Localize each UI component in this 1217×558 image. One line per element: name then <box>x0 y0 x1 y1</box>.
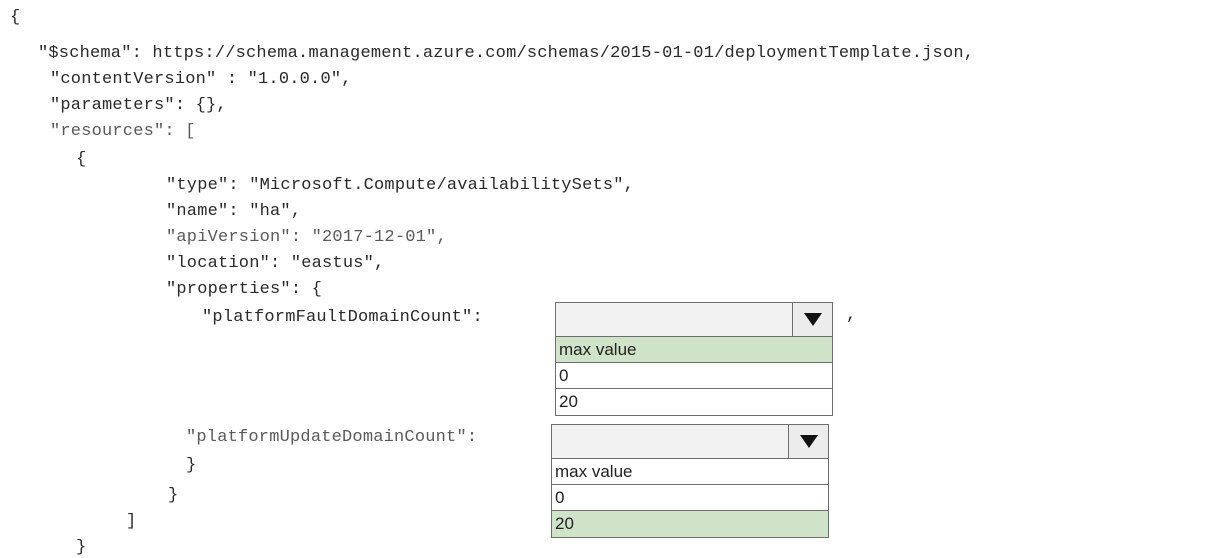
fault-domain-select[interactable] <box>556 303 832 337</box>
code-line-close-brace: } <box>76 538 87 557</box>
code-line-schema: "$schema": https://schema.management.azu… <box>38 44 975 63</box>
code-line-open-brace: { <box>10 8 21 27</box>
code-line-fault-domain-key: "platformFaultDomainCount": <box>202 308 483 327</box>
code-line-properties-close: } <box>186 456 197 475</box>
update-domain-option-20[interactable]: 20 <box>552 511 828 537</box>
update-domain-dropdown-button[interactable] <box>788 425 828 458</box>
code-line-update-domain-key: "platformUpdateDomainCount": <box>186 428 478 447</box>
code-line-content-version: "contentVersion" : "1.0.0.0", <box>50 70 352 89</box>
code-line-parameters: "parameters": {}, <box>50 96 227 115</box>
update-domain-option-max-value[interactable]: max value <box>552 459 828 485</box>
code-line-location: "location": "eastus", <box>166 254 385 273</box>
code-line-resources-close: ] <box>126 512 137 531</box>
update-domain-option-0[interactable]: 0 <box>552 485 828 511</box>
code-line-resource-close: } <box>168 486 179 505</box>
fault-domain-option-0[interactable]: 0 <box>556 363 832 389</box>
update-domain-select[interactable] <box>552 425 828 459</box>
code-line-resources: "resources": [ <box>50 122 196 141</box>
fault-domain-option-max-value[interactable]: max value <box>556 337 832 363</box>
fault-domain-dropdown-button[interactable] <box>792 303 832 336</box>
fault-domain-dropdown[interactable]: max value 0 20 <box>555 302 833 416</box>
code-line-api-version: "apiVersion": "2017-12-01", <box>166 228 447 247</box>
code-line-properties: "properties": { <box>166 280 323 299</box>
fault-domain-option-20[interactable]: 20 <box>556 389 832 415</box>
code-line-name: "name": "ha", <box>166 202 302 221</box>
update-domain-dropdown[interactable]: max value 0 20 <box>551 424 829 538</box>
code-line-trailing-comma: , <box>846 306 857 325</box>
triangle-down-icon <box>803 313 822 326</box>
triangle-down-icon <box>799 435 818 448</box>
code-line-type: "type": "Microsoft.Compute/availabilityS… <box>166 176 635 195</box>
code-line-resource-open: { <box>76 150 87 169</box>
